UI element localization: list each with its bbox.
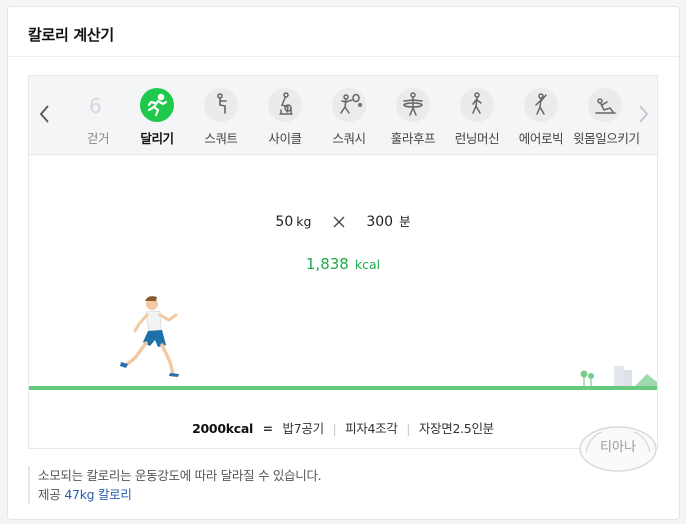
exercise-treadmill[interactable]: 런닝머신 xyxy=(445,88,509,147)
exercise-label: 런닝머신 xyxy=(454,131,500,146)
disclaimer-text: 소모되는 칼로리는 운동강도에 따라 달라질 수 있습니다. xyxy=(38,468,322,483)
calorie-equivalents: 2000kcal = 밥7공기 | 피자4조각 | 자장면2.5인분 xyxy=(29,418,657,437)
exercise-label: 스쿼트 xyxy=(204,131,238,146)
calculator-panel: 6 걷거 달리기 스쿼트 사이클 스쿼시 훌라후프 런닝머신 에어로빅 윗몸일으… xyxy=(28,75,658,449)
duration-value[interactable]: 300 xyxy=(366,214,393,230)
running-scene xyxy=(29,282,657,400)
walk-partial-icon: 6 xyxy=(81,88,115,122)
aerobics-icon xyxy=(524,88,558,122)
prev-arrow-button[interactable] xyxy=(35,103,55,125)
exercise-squash[interactable]: 스쿼시 xyxy=(317,88,381,147)
exercise-running[interactable]: 달리기 xyxy=(125,88,189,147)
exercise-label: 사이클 xyxy=(268,131,302,146)
squash-icon xyxy=(332,88,366,122)
card-title: 칼로리 계산기 xyxy=(28,26,114,44)
equiv-item-jajangmyeon: 자장면2.5인분 xyxy=(418,421,494,436)
kcal-value: 1,838 xyxy=(305,255,349,273)
exercise-squat[interactable]: 스쿼트 xyxy=(189,88,253,147)
notes: 소모되는 칼로리는 운동강도에 따라 달라질 수 있습니다. 제공 47kg 칼로… xyxy=(28,466,322,504)
source-prefix: 제공 xyxy=(38,487,61,502)
chevron-left-icon xyxy=(39,105,49,123)
duration-unit: 분 xyxy=(399,214,411,229)
exercise-label: 훌라후프 xyxy=(390,131,436,146)
trees-decoration xyxy=(580,370,594,386)
runner-illustration xyxy=(120,296,179,377)
exercise-label: 걷거 xyxy=(86,131,110,146)
exercise-hula-hoop[interactable]: 훌라후프 xyxy=(381,88,445,147)
next-arrow-button[interactable] xyxy=(633,103,653,125)
squat-icon xyxy=(204,88,238,122)
svg-text:6: 6 xyxy=(89,94,102,118)
kcal-unit: kcal xyxy=(354,257,381,272)
running-icon xyxy=(140,88,174,122)
watermark-stamp: 티아나 xyxy=(576,424,660,474)
ground-line xyxy=(29,386,657,390)
kcal-result: 1,838 kcal xyxy=(29,254,657,273)
exercise-sit-up[interactable]: 윗몸일으키기 xyxy=(573,88,640,147)
equiv-item-pizza: 피자4조각 xyxy=(345,421,398,436)
exercise-label: 윗몸일으키기 xyxy=(573,131,640,146)
watermark-text: 티아나 xyxy=(600,440,636,455)
divider xyxy=(8,56,679,57)
weight-value[interactable]: 50 xyxy=(275,214,293,230)
equiv-item-rice: 밥7공기 xyxy=(282,421,325,436)
sit-up-icon xyxy=(588,88,622,122)
separator: | xyxy=(406,421,411,436)
multiply-icon xyxy=(332,215,346,229)
source-line: 제공 47kg 칼로리 xyxy=(38,485,321,504)
calculation-row: 50 kg 300 분 xyxy=(29,211,657,230)
exercise-label: 스쿼시 xyxy=(332,131,366,146)
exercise-carousel: 6 걷거 달리기 스쿼트 사이클 스쿼시 훌라후프 런닝머신 에어로빅 윗몸일으… xyxy=(29,76,657,155)
equals-sign: = xyxy=(262,421,273,436)
source-link[interactable]: 47kg 칼로리 xyxy=(64,487,131,502)
chevron-right-icon xyxy=(639,105,649,123)
weight-unit: kg xyxy=(296,214,312,229)
exercise-aerobics[interactable]: 에어로빅 xyxy=(509,88,573,147)
hula-hoop-icon xyxy=(396,88,430,122)
cycling-icon xyxy=(268,88,302,122)
separator: | xyxy=(332,421,337,436)
exercise-label: 에어로빅 xyxy=(518,131,564,146)
exercise-cycling[interactable]: 사이클 xyxy=(253,88,317,147)
exercise-walk[interactable]: 6 걷거 xyxy=(66,88,130,147)
equiv-base: 2000kcal xyxy=(192,421,253,436)
exercise-label: 달리기 xyxy=(140,131,174,146)
treadmill-icon xyxy=(460,88,494,122)
buildings-decoration xyxy=(614,366,657,386)
